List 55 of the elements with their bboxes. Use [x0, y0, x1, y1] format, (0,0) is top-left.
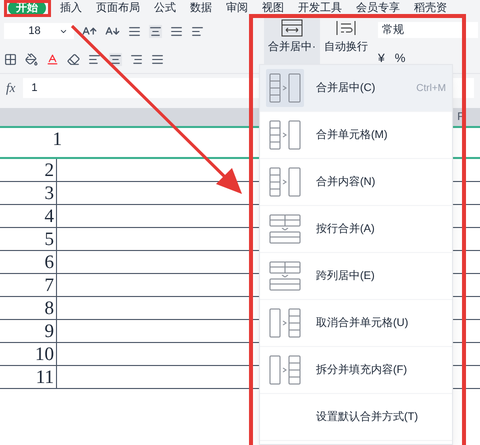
menu-item[interactable]: 拆分并填充内容(F) [260, 347, 452, 394]
sheet-cell: 6 [0, 251, 57, 273]
ribbon-tab[interactable]: 公式 [154, 1, 176, 15]
annotation-box [4, 0, 51, 17]
align-middle-icon[interactable] [149, 24, 162, 38]
menu-item-label: 跨列居中(E) [316, 268, 376, 284]
ribbon-tab[interactable]: 稻壳资 [414, 1, 447, 15]
align-left-icon[interactable] [88, 53, 101, 66]
menu-item-label: 按行合并(A) [316, 222, 376, 237]
justify-icon[interactable] [151, 53, 164, 66]
menu-item[interactable]: 按行合并(A) [260, 206, 452, 253]
sheet-cell: 10 [0, 343, 57, 365]
menu-item[interactable]: 设置默认合并方式(T) [260, 394, 452, 441]
sheet-cell: 11 [0, 366, 57, 388]
ribbon-tab[interactable]: 数据 [190, 1, 212, 15]
sheet-cell: 5 [0, 228, 57, 250]
align-center-icon[interactable] [109, 53, 122, 66]
wrap-text-icon [335, 19, 357, 37]
eraser-icon[interactable] [67, 53, 80, 66]
font-size-field[interactable]: 18 [4, 22, 74, 40]
menu-item[interactable]: 合并内容(N) [260, 159, 452, 206]
menu-item[interactable]: 取消合并单元格(U) [260, 300, 452, 347]
sheet-cell: 3 [0, 182, 57, 204]
sheet-cell: 4 [0, 205, 57, 227]
merge-cells-icon [281, 19, 303, 37]
sheet-cell: 2 [0, 159, 57, 181]
align-right-icon[interactable] [130, 53, 143, 66]
menu-item-label: 拆分并填充内容(F) [316, 362, 408, 378]
ribbon-tab[interactable]: 插入 [60, 1, 82, 15]
borders-icon[interactable] [4, 53, 17, 66]
merge-diagram-icon [266, 69, 304, 107]
ribbon-tab[interactable]: 审阅 [226, 1, 248, 15]
sheet-cell: 8 [0, 297, 57, 319]
ribbon-tab[interactable]: 开发工具 [298, 1, 342, 15]
menu-item[interactable]: 合并居中(C) Ctrl+M [260, 65, 452, 112]
sheet-cell: 9 [0, 320, 57, 342]
menu-item-label: 设置默认合并方式(T) [316, 410, 420, 425]
percent-button[interactable]: % [394, 49, 406, 68]
ribbon-tab[interactable]: 视图 [262, 1, 284, 15]
menu-item-label: 合并内容(N) [316, 174, 376, 190]
ribbon-tab[interactable]: 会员专享 [356, 1, 400, 15]
menu-item[interactable]: 合并单元格(M) [260, 112, 452, 159]
menu-item[interactable]: 跨列居中(E) [260, 253, 452, 300]
fill-color-icon[interactable] [25, 53, 38, 66]
menu-item-label: 合并单元格(M) [316, 128, 388, 143]
font-color-icon[interactable] [46, 53, 59, 66]
currency-button[interactable]: ¥ [378, 49, 385, 68]
menu-item-label: 取消合并单元格(U) [316, 316, 410, 331]
sheet-cell-text: 1 [52, 128, 63, 152]
menu-item-label: 合并居中(C) [316, 80, 376, 96]
function-label: fx [6, 79, 16, 98]
shortcut-label: Ctrl+M [416, 82, 446, 96]
number-format-field[interactable]: 常规 [378, 22, 478, 38]
sheet-cell: 7 [0, 274, 57, 296]
ribbon-tab[interactable]: 页面布局 [96, 1, 140, 15]
